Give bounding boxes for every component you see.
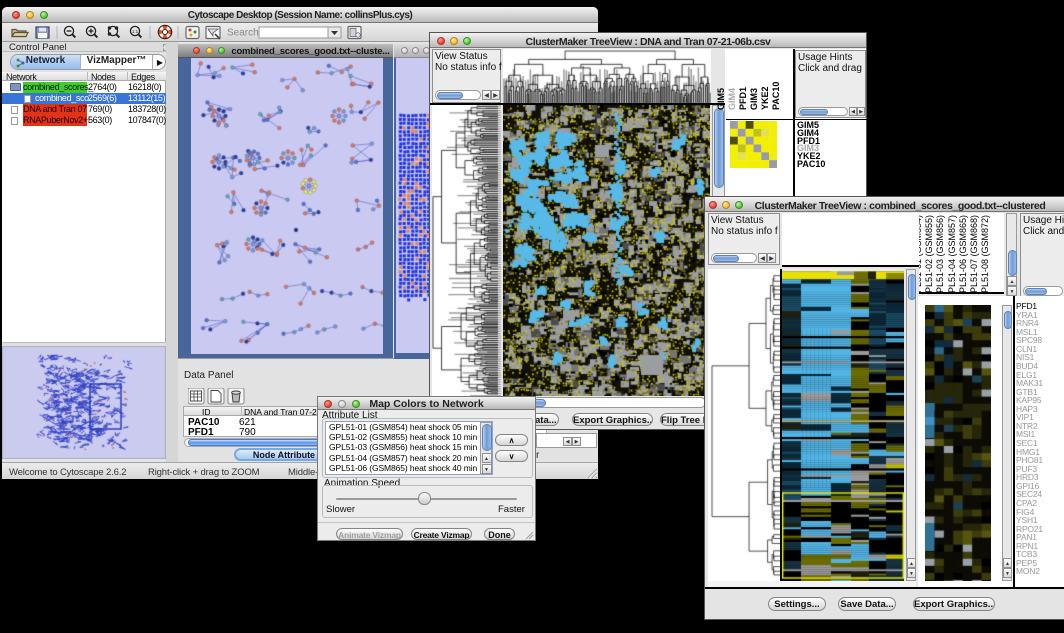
svg-text:1:1: 1:1	[132, 29, 139, 34]
svg-text:Search:: Search:	[227, 28, 261, 39]
